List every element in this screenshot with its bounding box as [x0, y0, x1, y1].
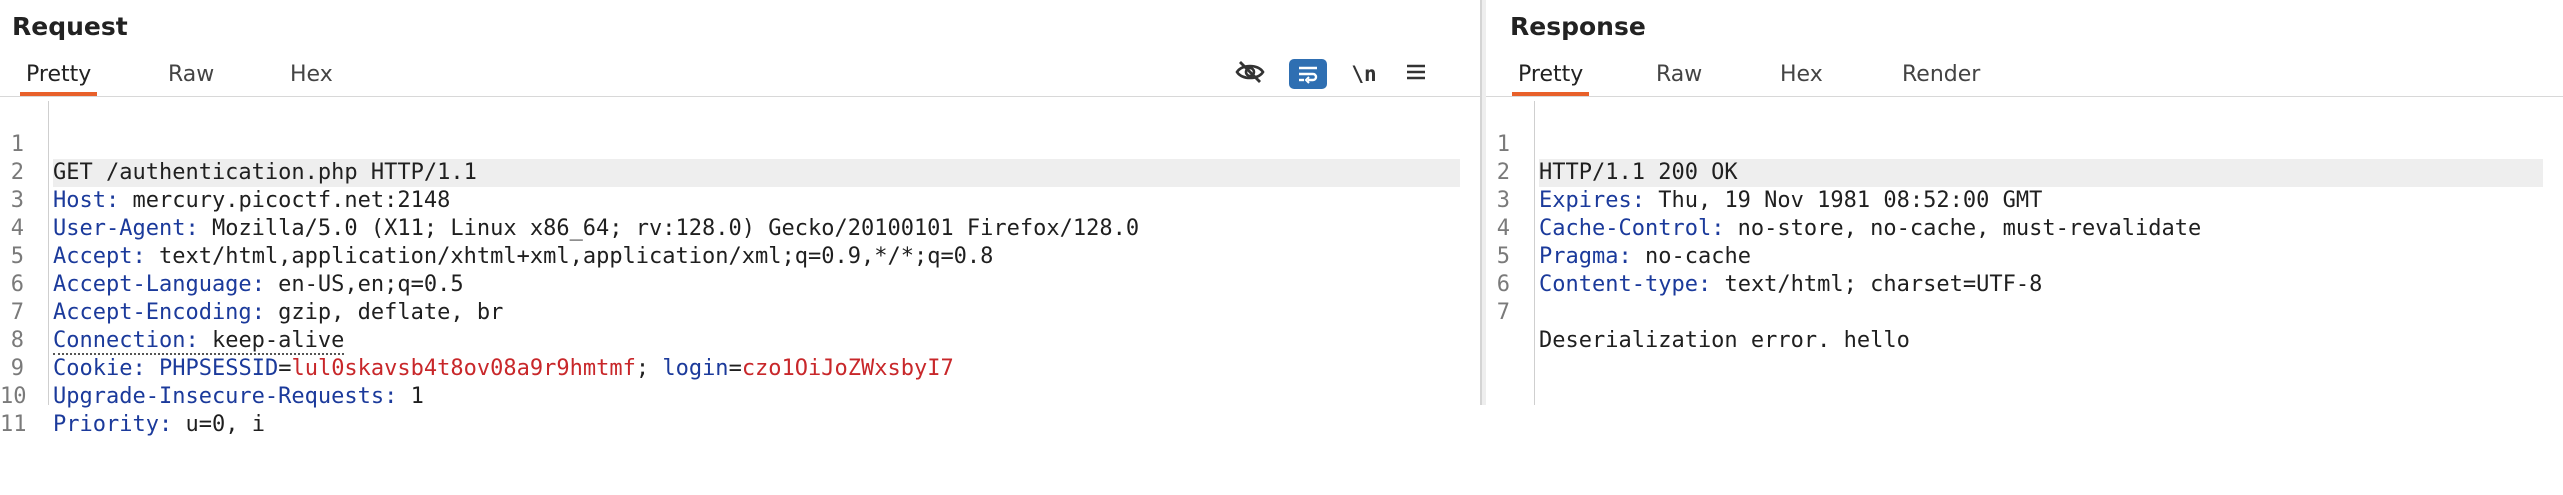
code-line[interactable]: 5 Content-type: text/html; charset=UTF-8	[1486, 215, 2563, 297]
code-line[interactable]: 3 User-Agent: Mozilla/5.0 (X11; Linux x8…	[0, 159, 1480, 241]
tab-raw[interactable]: Raw	[1650, 60, 1708, 96]
code-line[interactable]: 5 Accept-Language: en-US,en;q=0.5	[0, 215, 1480, 297]
code-line[interactable]: 3 Cache-Control: no-store, no-cache, mus…	[1486, 159, 2563, 241]
code-line[interactable]: 2 Expires: Thu, 19 Nov 1981 08:52:00 GMT	[1486, 131, 2563, 213]
code-line[interactable]: 9 Upgrade-Insecure-Requests: 1	[0, 327, 1480, 409]
response-tabs: Pretty Raw Hex Render	[1486, 56, 2563, 96]
tabs-divider	[0, 96, 1480, 97]
code-line[interactable]: 1 HTTP/1.1 200 OK	[1486, 103, 2563, 187]
response-body: Deserialization error. hello	[1539, 328, 1910, 353]
response-title: Response	[1510, 12, 1646, 41]
header-value: u=0, i	[172, 412, 265, 437]
request-title: Request	[12, 12, 128, 41]
tab-hex[interactable]: Hex	[1774, 60, 1829, 96]
text-wrap-icon	[1289, 59, 1327, 89]
code-line[interactable]: 11	[0, 383, 1480, 437]
response-pane: Response Pretty Raw Hex Render 1 HTTP/1.…	[1486, 0, 2563, 405]
tab-hex[interactable]: Hex	[284, 60, 339, 96]
code-line[interactable]: 4 Accept: text/html,application/xhtml+xm…	[0, 187, 1480, 269]
code-line[interactable]: 7 Deserialization error. hello	[1486, 271, 2563, 353]
tab-pretty[interactable]: Pretty	[20, 60, 98, 96]
code-line[interactable]: 7 Connection: keep-alive	[0, 271, 1480, 355]
wrap-lines-button[interactable]	[1288, 56, 1328, 92]
eye-slash-icon	[1235, 60, 1265, 88]
request-tabs: Pretty Raw Hex \n	[0, 56, 1480, 96]
show-newlines-button[interactable]: \n	[1344, 56, 1384, 92]
hamburger-menu-icon	[1405, 62, 1427, 86]
code-line[interactable]: 4 Pragma: no-cache	[1486, 187, 2563, 269]
newline-icon: \n	[1351, 62, 1377, 86]
request-editor[interactable]: 1 GET /authentication.php HTTP/1.1 2 Hos…	[0, 101, 1480, 437]
tab-render[interactable]: Render	[1896, 60, 1986, 96]
code-line[interactable]: 10 Priority: u=0, i	[0, 355, 1480, 437]
tab-raw[interactable]: Raw	[162, 60, 220, 96]
line-number: 11	[0, 412, 27, 437]
options-menu-button[interactable]	[1396, 56, 1436, 92]
code-line[interactable]: 2 Host: mercury.picoctf.net:2148	[0, 131, 1480, 213]
code-line[interactable]: 6 Accept-Encoding: gzip, deflate, br	[0, 243, 1480, 325]
hide-headers-button[interactable]	[1230, 56, 1270, 92]
tabs-divider	[1486, 96, 2563, 97]
request-pane: Request Pretty Raw Hex \n 1 GET /authent…	[0, 0, 1480, 437]
code-line[interactable]: 6	[1486, 243, 2563, 297]
line-number: 7	[1496, 300, 1510, 325]
response-editor[interactable]: 1 HTTP/1.1 200 OK 2 Expires: Thu, 19 Nov…	[1486, 101, 2563, 405]
code-line[interactable]: 1 GET /authentication.php HTTP/1.1	[0, 103, 1480, 187]
code-line[interactable]: 8 Cookie: PHPSESSID=lul0skavsb4t8ov08a9r…	[0, 299, 1480, 381]
tab-pretty[interactable]: Pretty	[1512, 60, 1590, 96]
